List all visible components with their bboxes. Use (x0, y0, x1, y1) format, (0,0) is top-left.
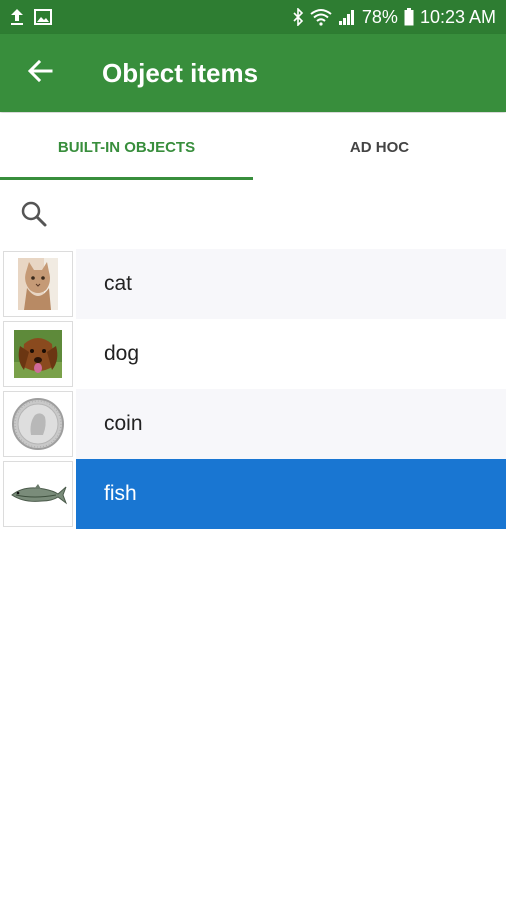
dog-thumbnail (3, 321, 73, 387)
back-button[interactable] (20, 53, 60, 93)
arrow-back-icon (27, 58, 53, 89)
tab-bar: BUILT-IN OBJECTS AD HOC (0, 113, 506, 181)
fish-thumbnail (3, 461, 73, 527)
item-label: dog (76, 319, 506, 389)
object-list: cat dog coin fish (0, 249, 506, 529)
cat-thumbnail (3, 251, 73, 317)
battery-percent: 78% (361, 6, 398, 27)
tab-built-in-objects[interactable]: BUILT-IN OBJECTS (0, 113, 253, 181)
coin-thumbnail (3, 391, 73, 457)
signal-icon (338, 9, 356, 25)
clock: 10:23 AM (419, 6, 496, 27)
list-item-cat[interactable]: cat (0, 249, 506, 319)
tab-ad-hoc[interactable]: AD HOC (253, 113, 506, 181)
battery-icon (404, 8, 414, 26)
search-row (0, 183, 506, 245)
search-icon[interactable] (20, 200, 48, 228)
list-item-coin[interactable]: coin (0, 389, 506, 459)
status-bar: 78% 10:23 AM (0, 0, 506, 34)
wifi-icon (310, 8, 332, 26)
upload-icon (10, 8, 24, 26)
item-label: cat (76, 249, 506, 319)
list-item-dog[interactable]: dog (0, 319, 506, 389)
bluetooth-icon (292, 8, 304, 26)
item-label: coin (76, 389, 506, 459)
image-icon (34, 9, 52, 25)
list-item-fish[interactable]: fish (0, 459, 506, 529)
page-title: Object items (102, 57, 259, 88)
item-label: fish (76, 459, 506, 529)
app-bar: Object items (0, 34, 506, 112)
